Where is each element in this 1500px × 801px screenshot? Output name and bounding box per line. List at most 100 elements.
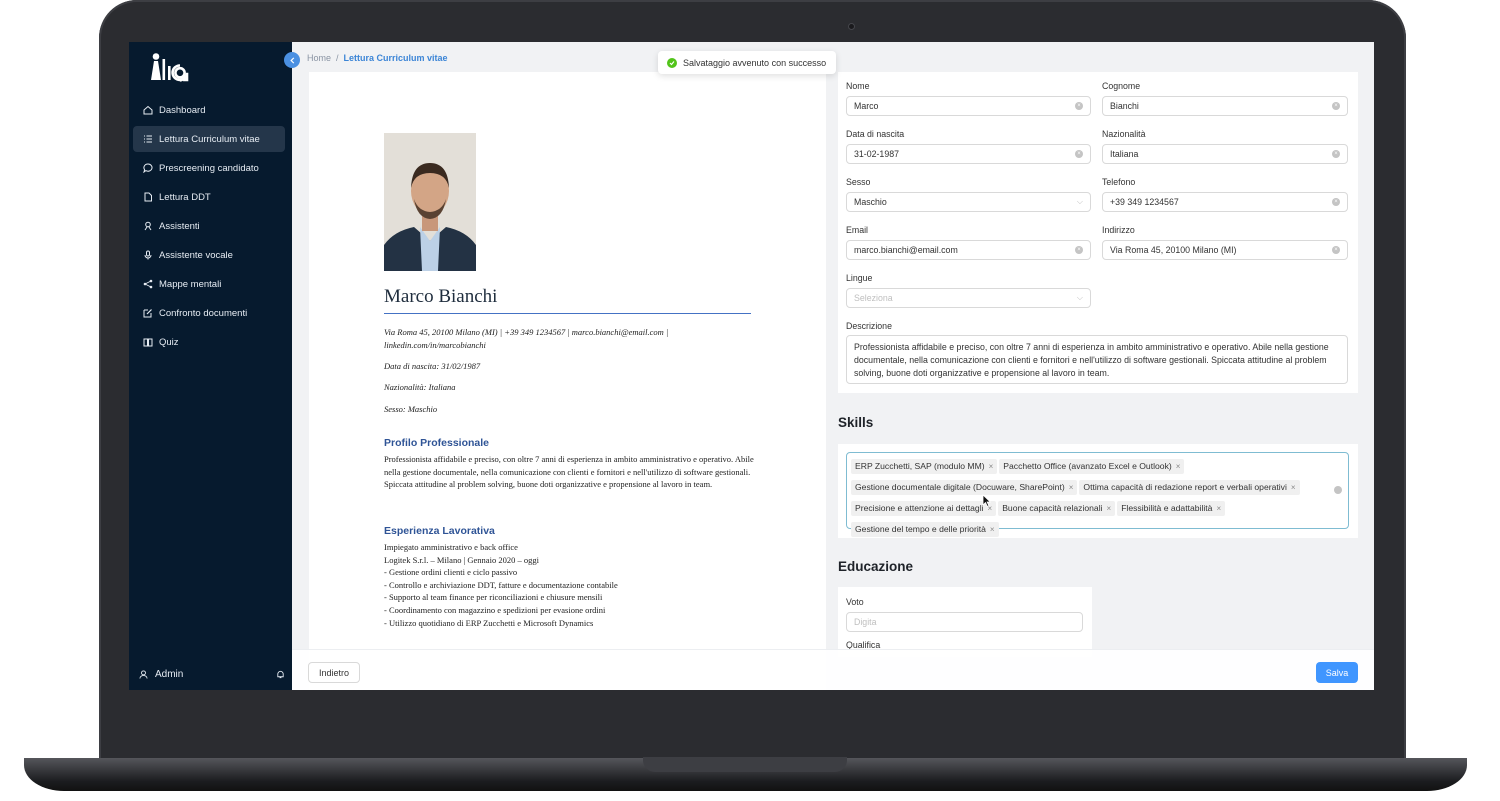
- indirizzo-value: Via Roma 45, 20100 Milano (MI): [1110, 245, 1237, 255]
- nazionalita-field[interactable]: Italiana ×: [1102, 144, 1348, 164]
- voto-input[interactable]: Digita: [846, 612, 1083, 632]
- sidebar-item-label: Assistente vocale: [159, 249, 233, 261]
- microphone-icon: [143, 250, 153, 260]
- clear-icon[interactable]: ×: [1075, 102, 1083, 110]
- clear-icon[interactable]: ×: [1332, 150, 1340, 158]
- home-icon: [143, 105, 153, 115]
- voto-label: Voto: [846, 597, 864, 607]
- indirizzo-label: Indirizzo: [1102, 225, 1135, 235]
- breadcrumb-separator: /: [336, 53, 339, 63]
- skills-card: ERP Zucchetti, SAP (modulo MM) × Pacchetto…: [838, 444, 1358, 538]
- file-icon: [143, 192, 153, 202]
- email-field[interactable]: marco.bianchi@email.com ×: [846, 240, 1091, 260]
- skill-tag-label: Flessibilità e adattabilità: [1121, 503, 1213, 513]
- close-icon[interactable]: ×: [989, 462, 994, 471]
- sidebar-item-dashboard[interactable]: Dashboard: [133, 97, 285, 123]
- clear-icon[interactable]: ×: [1075, 246, 1083, 254]
- nazionalita-value: Italiana: [1110, 149, 1139, 159]
- skill-tag-label: Gestione del tempo e delle priorità: [855, 524, 986, 534]
- user-name: Admin: [155, 669, 184, 680]
- clear-icon[interactable]: ×: [1332, 102, 1340, 110]
- cv-experience-line: - Supporto al team finance per riconcili…: [384, 592, 603, 603]
- sidebar-item-lettura-ddt[interactable]: Lettura DDT: [133, 184, 285, 210]
- cognome-label: Cognome: [1102, 81, 1141, 91]
- breadcrumb-home[interactable]: Home: [307, 53, 331, 63]
- cv-contact: Via Roma 45, 20100 Milano (MI) | +39 349…: [384, 327, 669, 350]
- skills-heading: Skills: [838, 415, 874, 430]
- close-icon[interactable]: ×: [1176, 462, 1181, 471]
- share-icon: [143, 279, 153, 289]
- back-button[interactable]: Indietro: [308, 662, 361, 683]
- save-button[interactable]: Salva: [1316, 662, 1358, 683]
- telefono-field[interactable]: +39 349 1234567 ×: [1102, 192, 1348, 212]
- sidebar-user[interactable]: Admin: [139, 669, 285, 680]
- bell-icon[interactable]: [276, 670, 285, 679]
- clear-icon[interactable]: ×: [1075, 150, 1083, 158]
- clear-icon[interactable]: ×: [1332, 246, 1340, 254]
- sidebar-item-mappe-mentali[interactable]: Mappe mentali: [133, 271, 285, 297]
- sidebar-item-confronto-documenti[interactable]: Confronto documenti: [133, 300, 285, 326]
- cognome-field[interactable]: Bianchi ×: [1102, 96, 1348, 116]
- sidebar: Dashboard Lettura Curriculum vitae Presc…: [129, 42, 292, 690]
- sidebar-item-label: Confronto documenti: [159, 307, 248, 319]
- nascita-label: Data di nascita: [846, 129, 905, 139]
- book-icon: [143, 337, 153, 347]
- candidate-form: Nome Marco × Cognome Bianchi × Data di nas…: [838, 72, 1358, 393]
- breadcrumb: Home / Lettura Curriculum vitae: [307, 53, 448, 63]
- nascita-value: 31-02-1987: [854, 149, 899, 159]
- sidebar-item-label: Quiz: [159, 336, 179, 348]
- nome-field[interactable]: Marco ×: [846, 96, 1091, 116]
- chat-icon: [143, 163, 153, 173]
- assistant-icon: [143, 221, 153, 231]
- laptop-bezel: [129, 690, 1374, 730]
- list-icon: [143, 134, 153, 144]
- cv-experience-heading: Esperienza Lavorativa: [384, 525, 495, 537]
- sidebar-item-label: Lettura Curriculum vitae: [159, 133, 260, 145]
- cv-birth-date: Data di nascita: 31/02/1987: [384, 361, 481, 371]
- laptop-notch: [643, 757, 847, 772]
- sidebar-item-assistenti[interactable]: Assistenti: [133, 213, 285, 239]
- skill-tag: Flessibilità e adattabilità ×: [1117, 500, 1226, 516]
- clear-icon[interactable]: ×: [1332, 198, 1340, 206]
- close-icon[interactable]: ×: [1107, 504, 1112, 513]
- skills-multiselect[interactable]: ERP Zucchetti, SAP (modulo MM) × Pacchetto…: [846, 452, 1349, 537]
- close-icon[interactable]: ×: [1216, 504, 1221, 513]
- lingue-select[interactable]: Seleziona ⌵: [846, 288, 1091, 308]
- close-icon[interactable]: ×: [1069, 483, 1074, 492]
- cv-experience-line: - Utilizzo quotidiano di ERP Zucchetti e…: [384, 617, 594, 628]
- cv-experience-line: Logitek S.r.l. – Milano | Gennaio 2020 –…: [384, 554, 539, 565]
- cv-profile-text: Professionista affidabile e preciso, con…: [384, 454, 754, 490]
- sesso-value: Maschio: [854, 197, 887, 207]
- app-screen: Dashboard Lettura Curriculum vitae Presc…: [129, 42, 1374, 690]
- sidebar-item-assistente-vocale[interactable]: Assistente vocale: [133, 242, 285, 268]
- sidebar-item-prescreening[interactable]: Prescreening candidato: [133, 155, 285, 181]
- sidebar-item-lettura-cv[interactable]: Lettura Curriculum vitae: [133, 126, 285, 152]
- close-icon[interactable]: ×: [990, 525, 995, 534]
- email-value: marco.bianchi@email.com: [854, 245, 958, 255]
- telefono-label: Telefono: [1102, 177, 1136, 187]
- sesso-select[interactable]: Maschio ⌵: [846, 192, 1091, 212]
- cv-nationality: Nazionalità: Italiana: [384, 382, 456, 392]
- collapse-sidebar-button[interactable]: [284, 52, 300, 68]
- clear-icon[interactable]: [1334, 486, 1342, 494]
- close-icon[interactable]: ×: [1291, 483, 1296, 492]
- lingue-label: Lingue: [846, 273, 873, 283]
- education-heading: Educazione: [838, 559, 914, 574]
- candidate-photo: [384, 133, 476, 271]
- sesso-label: Sesso: [846, 177, 871, 187]
- mouse-cursor-icon: [982, 494, 991, 507]
- cv-experience-line: - Coordinamento con magazzino e spedizio…: [384, 604, 606, 615]
- indirizzo-field[interactable]: Via Roma 45, 20100 Milano (MI) ×: [1102, 240, 1348, 260]
- skill-tag: Precisione e attenzione ai dettagli ×: [851, 500, 997, 516]
- voto-placeholder: Digita: [854, 617, 877, 627]
- sidebar-item-quiz[interactable]: Quiz: [133, 329, 285, 355]
- cv-profile-heading: Profilo Professionale: [384, 437, 490, 449]
- cv-preview: Marco Bianchi Via Roma 45, 20100 Milano …: [309, 72, 826, 690]
- skill-tag: Buone capacità relazionali ×: [998, 500, 1116, 516]
- nascita-field[interactable]: 31-02-1987 ×: [846, 144, 1091, 164]
- descrizione-textarea[interactable]: Professionista affidabile e preciso, con…: [846, 335, 1348, 384]
- cv-experience-line: - Controllo e archiviazione DDT, fatture…: [384, 579, 618, 590]
- sidebar-item-label: Lettura DDT: [159, 191, 211, 203]
- email-label: Email: [846, 225, 868, 235]
- toast-message: Salvataggio avvenuto con successo: [683, 57, 827, 68]
